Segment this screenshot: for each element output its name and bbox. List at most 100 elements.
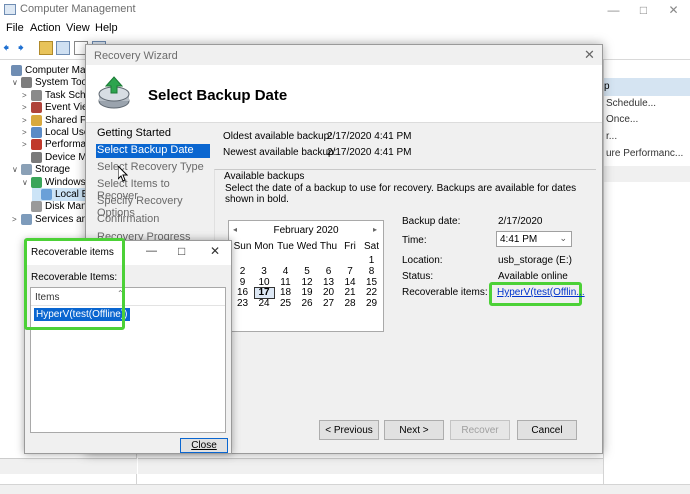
calendar-day[interactable]: 16 (232, 287, 253, 298)
calendar-day[interactable]: 9 (232, 277, 253, 288)
rec-dialog-close-icon[interactable]: ✕ (210, 244, 220, 258)
wizard-heading: Select Backup Date (148, 87, 288, 104)
backup-calendar[interactable]: ◂ February 2020 ▸ Sun Mon Tue Wed Thu Fri Sat 1… (228, 220, 384, 332)
status-bar (0, 484, 690, 494)
expander-icon[interactable]: > (22, 91, 31, 100)
oldest-backup-value: 2/17/2020 4:41 PM (327, 131, 412, 142)
action-once[interactable]: Once... (606, 114, 638, 125)
calendar-day[interactable]: 25 (275, 298, 296, 309)
wizard-title: Recovery Wizard (94, 50, 178, 62)
action-r[interactable]: r... (606, 131, 617, 142)
menu-help[interactable]: Help (95, 22, 118, 34)
calendar-day[interactable]: 21 (340, 287, 361, 298)
rec-dialog-close-label: Close (191, 440, 217, 451)
calendar-day[interactable]: 2 (232, 266, 253, 277)
menu-view[interactable]: View (66, 22, 90, 34)
action-schedule[interactable]: Schedule... (606, 98, 656, 109)
tree-item-label: Local B (55, 189, 89, 200)
calendar-day[interactable]: 23 (232, 298, 253, 309)
tree-item[interactable]: > Shared Fol (22, 114, 94, 127)
tree-item[interactable]: > Performan (22, 138, 92, 151)
tree-item[interactable]: Local B (32, 188, 89, 201)
tree-item[interactable]: ∨ System Tools (12, 76, 94, 89)
calendar-day[interactable]: 12 (297, 277, 318, 288)
calendar-day[interactable]: 5 (297, 266, 318, 277)
wizard-step-confirmation: Confirmation (97, 213, 160, 225)
status-label: Status: (402, 271, 434, 282)
time-dropdown[interactable]: 4:41 PM ⌄ (496, 231, 572, 247)
calendar-day[interactable]: 28 (340, 298, 361, 309)
expander-icon[interactable]: ∨ (12, 165, 21, 174)
forward-arrow-icon[interactable]: 🠺 (18, 41, 32, 55)
actions-header-label: p (604, 81, 610, 92)
show-hide-tree-icon[interactable] (56, 41, 70, 55)
rec-dialog-close-button[interactable]: Close (180, 438, 228, 453)
wizard-close-icon[interactable]: ✕ (584, 47, 595, 63)
content-horizontal-scrollbar[interactable] (138, 458, 603, 474)
folder-up-icon[interactable] (39, 41, 53, 55)
menu-file[interactable]: File (6, 22, 24, 34)
weekday-header: Tue (277, 241, 294, 252)
recoverable-items-link[interactable]: HyperV(test(Offlin... (497, 287, 585, 298)
recover-button[interactable]: Recover (450, 420, 510, 440)
tools-icon (21, 77, 32, 89)
location-label: Location: (402, 255, 443, 266)
calendar-day[interactable]: 15 (361, 277, 382, 288)
calendar-day[interactable]: 22 (361, 287, 382, 298)
close-button[interactable]: ✕ (660, 0, 687, 20)
minimize-button[interactable]: — (600, 0, 627, 20)
tree-item[interactable]: > Event View (22, 101, 95, 114)
expander-icon[interactable]: > (22, 116, 31, 125)
next-button[interactable]: Next > (384, 420, 444, 440)
calendar-next-button[interactable]: ▸ (373, 225, 377, 234)
expander-icon[interactable]: > (22, 128, 31, 137)
rec-dialog-maximize-button[interactable]: □ (178, 244, 185, 258)
menu-bar: File Action View Help (0, 20, 690, 38)
backup-restore-icon (96, 75, 132, 111)
calendar-day[interactable]: 3 (254, 266, 275, 277)
calendar-day[interactable]: 10 (254, 277, 275, 288)
previous-button[interactable]: < Previous (319, 420, 379, 440)
calendar-day[interactable]: 24 (254, 298, 275, 309)
expander-icon[interactable]: > (22, 140, 31, 149)
menu-action[interactable]: Action (30, 22, 61, 34)
newest-backup-value: 2/17/2020 4:41 PM (327, 147, 412, 158)
weekday-header: Sun (233, 241, 252, 252)
calendar-day[interactable]: 4 (275, 266, 296, 277)
calendar-day[interactable]: 1 (361, 255, 382, 266)
tree-horizontal-scrollbar[interactable] (0, 458, 137, 474)
expander-icon[interactable]: > (22, 103, 31, 112)
time-label: Time: (402, 235, 427, 246)
calendar-day[interactable]: 26 (297, 298, 318, 309)
expander-icon[interactable]: ∨ (22, 178, 31, 187)
tree-item[interactable]: Disk Mana (22, 200, 92, 213)
calendar-day[interactable]: 20 (318, 287, 339, 298)
calendar-day[interactable]: 29 (361, 298, 382, 309)
calendar-day[interactable]: 6 (318, 266, 339, 277)
expander-icon[interactable]: > (12, 215, 21, 224)
calendar-day[interactable]: 8 (361, 266, 382, 277)
action-configure-performance[interactable]: ure Performanc... (606, 148, 683, 159)
tree-item[interactable]: > Local User (22, 126, 93, 139)
calendar-day[interactable]: 7 (340, 266, 361, 277)
rec-dialog-minimize-button[interactable]: — (146, 245, 157, 257)
calendar-day[interactable]: 11 (275, 277, 296, 288)
tree-item[interactable]: Device Mai (22, 151, 94, 164)
calendar-day[interactable]: 19 (297, 287, 318, 298)
main-window-title: Computer Management (20, 3, 136, 15)
calendar-day[interactable]: 27 (318, 298, 339, 309)
chevron-down-icon: ⌄ (559, 233, 567, 243)
maximize-button[interactable]: □ (630, 0, 657, 20)
calendar-day[interactable]: 14 (340, 277, 361, 288)
wizard-step-select-backup-date: Select Backup Date (96, 144, 210, 158)
calendar-day[interactable]: 13 (318, 277, 339, 288)
back-arrow-icon[interactable]: 🠸 (3, 41, 17, 55)
tree-item[interactable]: ∨ Storage (12, 163, 70, 176)
calendar-day[interactable]: 18 (275, 287, 296, 298)
mouse-cursor-icon (117, 164, 129, 182)
main-title-bar: Computer Management — □ ✕ (0, 0, 690, 20)
cancel-button[interactable]: Cancel (517, 420, 577, 440)
event-icon (31, 102, 42, 114)
calendar-month-title: February 2020 (273, 225, 339, 236)
expander-icon[interactable]: ∨ (12, 78, 21, 87)
